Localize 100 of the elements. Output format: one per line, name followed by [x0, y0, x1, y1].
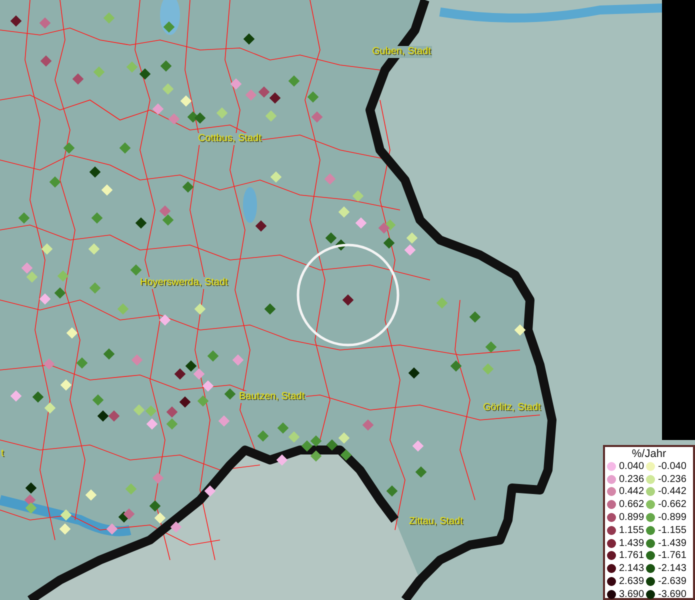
map-marker [103, 348, 115, 360]
map-marker [269, 92, 281, 104]
map-marker [338, 206, 350, 218]
map-marker [149, 500, 161, 512]
map-marker [450, 360, 462, 372]
map-marker [258, 86, 270, 98]
map-marker [93, 66, 105, 78]
map-marker [194, 112, 206, 124]
map-marker [168, 113, 180, 125]
legend-value: 0.442 [619, 486, 644, 498]
map-marker [174, 368, 186, 380]
legend-value: 3.690 [619, 588, 644, 600]
map-marker [162, 83, 174, 95]
map-marker [166, 406, 178, 418]
map-marker [412, 440, 424, 452]
legend-value: 1.439 [619, 538, 644, 549]
map-marker [404, 244, 416, 256]
place-label: Hoyerswerda, Stadt [139, 277, 229, 289]
map-marker [85, 489, 97, 501]
map-marker [41, 243, 53, 255]
map-marker [386, 485, 398, 497]
map-marker [91, 212, 103, 224]
map-marker [159, 205, 171, 217]
map-marker [310, 435, 322, 447]
map-marker [26, 271, 38, 283]
legend-value: -0.899 [658, 512, 686, 524]
map-marker [39, 17, 51, 29]
map-marker [265, 110, 277, 122]
map-marker [59, 523, 71, 535]
map-marker [406, 232, 418, 244]
map-marker [25, 502, 37, 514]
map-marker [514, 324, 526, 336]
map-marker [310, 450, 322, 462]
map-marker [288, 75, 300, 87]
place-label: Görlitz, Stadt [482, 402, 542, 414]
map-marker [182, 181, 194, 193]
map-marker [39, 293, 51, 305]
map-marker [106, 523, 118, 535]
map-marker [193, 368, 205, 380]
map-marker [49, 176, 61, 188]
map-marker [103, 12, 115, 24]
map-marker [135, 217, 147, 229]
map-marker [216, 107, 228, 119]
map-marker [24, 494, 36, 506]
legend-value: 1.155 [619, 524, 644, 536]
map-marker [197, 395, 209, 407]
map-marker [469, 311, 481, 323]
map-marker [43, 358, 55, 370]
map-marker [76, 357, 88, 369]
legend-value: -1.439 [658, 538, 686, 549]
legend-title: %/Jahr [630, 448, 668, 460]
legend-value: 0.236 [619, 474, 644, 485]
map-marker [170, 521, 182, 533]
map-marker [18, 212, 30, 224]
map-marker [40, 55, 52, 67]
legend-value: -2.639 [658, 576, 686, 588]
map-marker [378, 222, 390, 234]
legend-value: 2.639 [619, 576, 644, 588]
map-marker [202, 380, 214, 392]
map-marker [101, 184, 113, 196]
map-marker [230, 78, 242, 90]
map-marker [207, 350, 219, 362]
map-marker [288, 431, 300, 443]
map-marker [383, 237, 395, 249]
legend-value: -0.236 [658, 474, 686, 485]
legend-value: -1.761 [658, 550, 686, 562]
map-marker [436, 297, 448, 309]
legend-value: 0.899 [619, 512, 644, 524]
map-marker [152, 103, 164, 115]
legend-value: -0.040 [658, 460, 686, 472]
map-marker [277, 422, 289, 434]
map-marker [482, 363, 494, 375]
map-marker [154, 512, 166, 524]
map-marker [194, 303, 206, 315]
legend-value: -0.442 [658, 486, 686, 498]
place-label: Cottbus, Stadt [197, 133, 262, 145]
map-marker [352, 190, 364, 202]
map-marker [92, 394, 104, 406]
map-marker [162, 214, 174, 226]
legend-value: 1.761 [619, 550, 644, 562]
map-marker [119, 142, 131, 154]
place-label: Zittau, Stadt [408, 516, 464, 528]
map-marker [123, 508, 135, 520]
map-marker [163, 21, 175, 33]
legend-value: -1.155 [658, 524, 686, 536]
map-marker [264, 303, 276, 315]
map-marker [159, 314, 171, 326]
legend-value: 0.040 [619, 460, 644, 472]
map-marker [130, 264, 142, 276]
map-marker [340, 449, 352, 461]
map-marker [338, 432, 350, 444]
legend-value: 2.143 [619, 563, 644, 574]
map-marker [57, 270, 69, 282]
map-marker [270, 171, 282, 183]
map-marker [54, 287, 66, 299]
map-marker [145, 405, 157, 417]
map-marker [180, 95, 192, 107]
legend-value: 0.662 [619, 499, 644, 510]
map-marker [66, 327, 78, 339]
map-marker [243, 33, 255, 45]
